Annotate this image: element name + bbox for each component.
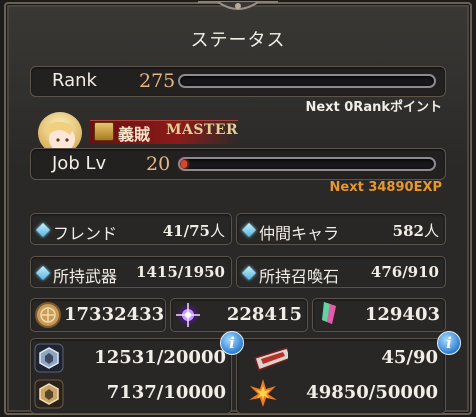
crystal-orb-icon (176, 303, 200, 327)
companions-count: 582 (392, 222, 424, 240)
explosion-star-value: 49850/50000 (306, 382, 438, 403)
summons-label: 所持召喚石 (259, 267, 340, 286)
rank-progress-bar (178, 74, 436, 88)
job-exp-progress-bar (178, 157, 436, 171)
summons-value: 476/910 (370, 263, 439, 281)
prism-value: 129403 (364, 304, 440, 325)
silver-shield-icon (34, 343, 64, 373)
diamond-bullet-icon (241, 265, 257, 281)
gold-shield-icon (34, 379, 64, 409)
rank-value: 275 (139, 70, 176, 92)
weapons-value: 1415/1950 (136, 263, 225, 281)
info-button-right[interactable]: i (437, 331, 461, 355)
page-title: ステータス (190, 30, 286, 51)
job-next-exp: Next 34890EXP (329, 180, 442, 195)
companions-label: 仲間キャラ (259, 224, 340, 243)
job-master-label: MASTER (166, 122, 239, 138)
diamond-bullet-icon (35, 265, 51, 281)
ticket-icon (254, 347, 288, 371)
friends-stat[interactable]: フレンド 41/75人 (30, 213, 232, 245)
companions-unit: 人 (423, 222, 439, 240)
job-exp-progress-fill (181, 160, 187, 168)
job-name: 義賊 (118, 125, 151, 144)
job-class-icon (94, 122, 114, 141)
job-level-label: Job Lv (52, 153, 107, 174)
info-button-left[interactable]: i (220, 331, 244, 355)
weapons-stat[interactable]: 所持武器 1415/1950 (30, 256, 232, 288)
rank-next: Next 0Rankポイント (305, 100, 442, 115)
silver-shield-value: 12531/20000 (94, 347, 226, 368)
ticket-value: 45/90 (381, 347, 438, 368)
explosion-star-icon (249, 379, 277, 407)
companions-value: 582人 (393, 220, 439, 241)
job-level-value: 20 (146, 153, 171, 175)
gold-shield-value: 7137/10000 (106, 382, 226, 403)
friends-value: 41/75人 (163, 220, 225, 241)
rainbow-prism-icon (322, 302, 336, 324)
diamond-bullet-icon (35, 222, 51, 238)
crystal-value: 228415 (226, 304, 302, 325)
friends-label: フレンド (53, 224, 118, 243)
weapons-label: 所持武器 (53, 267, 118, 286)
rupie-coin-icon (35, 302, 61, 328)
rupie-value: 17332433 (64, 304, 165, 325)
friends-unit: 人 (209, 222, 225, 240)
companions-stat[interactable]: 仲間キャラ 582人 (236, 213, 446, 245)
rank-label: Rank (52, 70, 97, 91)
summons-stat[interactable]: 所持召喚石 476/910 (236, 256, 446, 288)
friends-count: 41/75 (162, 222, 210, 240)
top-ornament (198, 1, 278, 10)
diamond-bullet-icon (241, 222, 257, 238)
